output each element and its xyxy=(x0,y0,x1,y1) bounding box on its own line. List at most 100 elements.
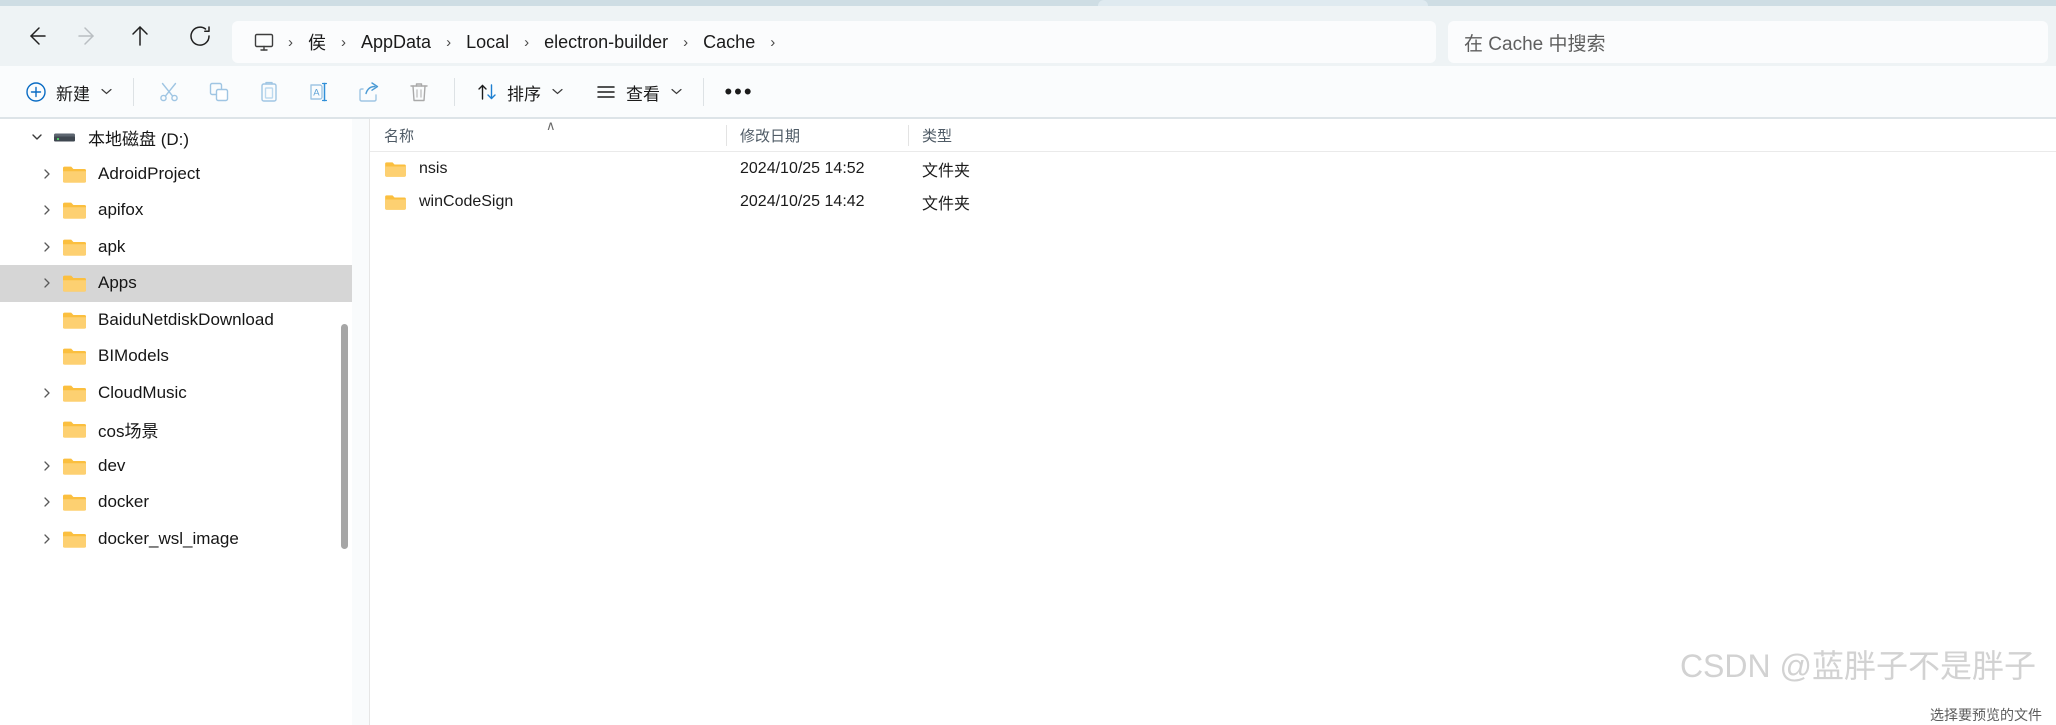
sidebar-item-cloudmusic[interactable]: CloudMusic xyxy=(0,375,352,412)
sidebar-item-label: docker xyxy=(98,492,150,512)
sidebar-item-label: Apps xyxy=(98,273,137,293)
share-button[interactable] xyxy=(344,72,394,112)
view-button[interactable]: 查看 xyxy=(584,72,693,112)
column-header-type[interactable]: 类型 xyxy=(908,119,980,152)
forward-button[interactable] xyxy=(62,10,114,62)
new-button[interactable]: 新建 xyxy=(14,72,123,112)
paste-button[interactable] xyxy=(244,72,294,112)
breadcrumb-separator-3[interactable]: › xyxy=(518,34,535,51)
navigation-pane-scrollbar[interactable] xyxy=(341,324,348,549)
chevron-down-icon[interactable] xyxy=(22,131,52,143)
breadcrumb-item-cache[interactable]: Cache xyxy=(694,27,764,58)
file-row-type: 文件夹 xyxy=(922,162,971,180)
sidebar-item-bimodels[interactable]: BIModels xyxy=(0,338,352,375)
breadcrumb-separator-4[interactable]: › xyxy=(677,34,694,51)
breadcrumb-item-local[interactable]: Local xyxy=(457,27,518,58)
search-box[interactable]: 在 Cache 中搜索 xyxy=(1448,21,2048,63)
toolbar-divider-1 xyxy=(133,78,134,106)
status-bar: 选择要预览的文件 xyxy=(0,707,2056,725)
file-row-date-modified: 2024/10/25 14:42 xyxy=(740,192,865,210)
sidebar-item-label: CloudMusic xyxy=(98,382,187,402)
folder-icon xyxy=(62,164,87,184)
toolbar-divider-2 xyxy=(454,78,455,106)
sidebar-item-dev[interactable]: dev xyxy=(0,448,352,485)
back-button[interactable] xyxy=(10,10,62,62)
clipboard-icon xyxy=(257,80,281,104)
sort-ascending-caret-icon: ∧ xyxy=(546,117,556,133)
chevron-right-icon[interactable] xyxy=(32,387,62,399)
folder-icon xyxy=(62,492,87,512)
copy-icon xyxy=(207,80,231,104)
breadcrumb-item-electron-builder[interactable]: electron-builder xyxy=(535,27,677,58)
file-explorer-window: › 侯 › AppData › Local › electron-builder… xyxy=(0,0,2056,725)
plus-circle-icon xyxy=(25,81,47,103)
file-row-name-label: nsis xyxy=(419,159,448,177)
file-row-date-modified: 2024/10/25 14:52 xyxy=(740,159,865,177)
chevron-right-icon[interactable] xyxy=(32,168,62,180)
command-toolbar: 新建 A 排序 查看 ••• xyxy=(0,66,2056,118)
chevron-down-icon xyxy=(101,86,112,98)
folder-icon xyxy=(62,200,87,220)
breadcrumb-separator-2[interactable]: › xyxy=(440,34,457,51)
chevron-right-icon[interactable] xyxy=(32,241,62,253)
folder-icon xyxy=(62,346,87,366)
file-row-name-cell: winCodeSign xyxy=(370,193,726,211)
folder-icon xyxy=(384,193,407,211)
navigation-pane: 本地磁盘 (D:) AdroidProject apifox apk Apps Baidu… xyxy=(0,119,352,725)
chevron-right-icon[interactable] xyxy=(32,533,62,545)
file-row-name-cell: nsis xyxy=(370,160,726,178)
column-header-name[interactable]: 名称 ∧ xyxy=(370,119,726,152)
chevron-right-icon[interactable] xyxy=(32,496,62,508)
sidebar-item-label: apk xyxy=(98,236,126,256)
more-options-label: ••• xyxy=(724,79,754,104)
address-bar[interactable]: › 侯 › AppData › Local › electron-builder… xyxy=(232,21,1436,63)
sidebar-item-label: apifox xyxy=(98,200,144,220)
sort-button[interactable]: 排序 xyxy=(465,72,574,112)
sidebar-item-cos[interactable]: cos场景 xyxy=(0,411,352,448)
column-header-name-label: 名称 xyxy=(384,127,415,145)
breadcrumb-item-appdata[interactable]: AppData xyxy=(352,27,440,58)
folder-icon xyxy=(62,237,87,257)
file-row[interactable]: winCodeSign 2024/10/25 14:42 文件夹 xyxy=(370,185,2056,218)
breadcrumb-separator-0[interactable]: › xyxy=(282,34,299,51)
file-row-name-label: winCodeSign xyxy=(419,192,514,210)
file-row[interactable]: nsis 2024/10/25 14:52 文件夹 xyxy=(370,152,2056,185)
cut-button[interactable] xyxy=(144,72,194,112)
refresh-button[interactable] xyxy=(174,10,226,62)
rename-icon: A xyxy=(307,80,331,104)
this-pc-icon[interactable] xyxy=(246,30,282,54)
folder-icon xyxy=(62,310,87,330)
delete-button[interactable] xyxy=(394,72,444,112)
sidebar-item-docker[interactable]: docker xyxy=(0,484,352,521)
column-headers: 名称 ∧ 修改日期 类型 xyxy=(370,119,2056,152)
up-button[interactable] xyxy=(114,10,166,62)
chevron-right-icon[interactable] xyxy=(32,204,62,216)
share-icon xyxy=(357,80,381,104)
chevron-right-icon[interactable] xyxy=(32,277,62,289)
drive-icon xyxy=(52,127,77,147)
breadcrumb-separator-5[interactable]: › xyxy=(764,34,781,51)
sort-arrows-icon xyxy=(476,81,498,103)
sidebar-item-apps[interactable]: Apps xyxy=(0,265,352,302)
breadcrumb-item-user[interactable]: 侯 xyxy=(299,24,335,60)
explorer-body: 本地磁盘 (D:) AdroidProject apifox apk Apps Baidu… xyxy=(0,119,2056,725)
copy-button[interactable] xyxy=(194,72,244,112)
column-header-date-modified-label: 修改日期 xyxy=(740,127,801,145)
sidebar-item-label: docker_wsl_image xyxy=(98,528,239,548)
column-header-date-modified[interactable]: 修改日期 xyxy=(726,119,908,152)
chevron-right-icon[interactable] xyxy=(32,460,62,472)
sidebar-item-docker-wsl-image[interactable]: docker_wsl_image xyxy=(0,521,352,558)
breadcrumb-separator-1[interactable]: › xyxy=(335,34,352,51)
scissors-icon xyxy=(157,80,181,104)
sidebar-item-apifox[interactable]: apifox xyxy=(0,192,352,229)
sidebar-item-adroidproject[interactable]: AdroidProject xyxy=(0,156,352,193)
more-options-button[interactable]: ••• xyxy=(714,72,764,112)
sort-button-label: 排序 xyxy=(507,84,541,104)
sidebar-item-label: dev xyxy=(98,455,126,475)
search-input[interactable]: 在 Cache 中搜索 xyxy=(1464,29,1605,56)
sidebar-item-baidunetdiskdownload[interactable]: BaiduNetdiskDownload xyxy=(0,302,352,339)
sidebar-item-apk[interactable]: apk xyxy=(0,229,352,266)
folder-icon xyxy=(62,383,87,403)
sidebar-item-d[interactable]: 本地磁盘 (D:) xyxy=(0,119,352,156)
rename-button[interactable]: A xyxy=(294,72,344,112)
